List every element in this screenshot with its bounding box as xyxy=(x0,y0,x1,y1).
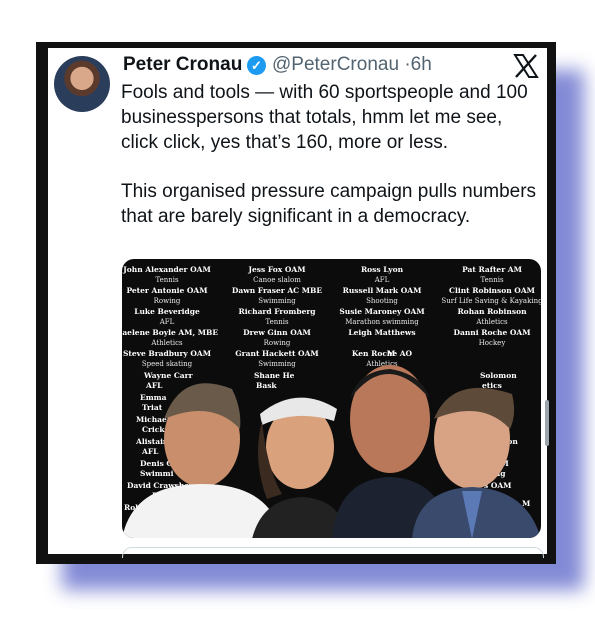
author-avatar[interactable] xyxy=(54,56,110,112)
athlete-photos xyxy=(122,365,541,538)
athlete-name: Rohan Robinson xyxy=(457,307,527,316)
athlete-name: Ross Lyon xyxy=(360,265,404,274)
athlete-sport: Athletics xyxy=(476,318,508,326)
athlete-name-entry: Richard Fromberg Tennis xyxy=(222,307,332,327)
athlete-name: Grant Hackett OAM xyxy=(235,349,319,358)
athlete-name: John Alexander OAM xyxy=(123,265,211,274)
post-text: Fools and tools — with 60 sportspeople a… xyxy=(121,80,541,253)
athlete-name-entry: Raelene Boyle AM, MBE Athletics xyxy=(122,328,222,348)
athlete-name: Danni Roche OAM xyxy=(453,328,531,337)
athlete-sport: AFL xyxy=(159,318,175,326)
athlete-name-entry: Clint Robinson OAM Surf Life Saving & Kay… xyxy=(437,286,541,306)
athlete-name-entry: Luke Beveridge AFL xyxy=(122,307,222,327)
athlete-sport: Athletics xyxy=(151,339,183,347)
next-post-edge xyxy=(122,547,544,558)
post-time[interactable]: 6h xyxy=(411,54,432,75)
athlete-sport: AFL xyxy=(374,276,390,284)
athlete-name: Leigh Matthews xyxy=(348,328,416,337)
x-logo-icon[interactable] xyxy=(512,52,540,80)
athlete-name-entry: Susie Maroney OAM Marathon swimming xyxy=(327,307,437,327)
athlete-sport: Tennis xyxy=(155,276,179,284)
athlete-name-entry: Leigh Matthews xyxy=(327,328,437,338)
athlete-name: Jess Fox OAM xyxy=(248,265,306,274)
athlete-name: Russell Mark OAM xyxy=(342,286,422,295)
athlete-name: Luke Beveridge xyxy=(134,307,200,316)
athlete-name: Pat Rafter AM xyxy=(462,265,522,274)
athlete-name-entry: Drew Ginn OAM Rowing xyxy=(222,328,332,348)
athlete-name: Drew Ginn OAM xyxy=(243,328,311,337)
post-image[interactable]: John Alexander OAM Tennis Jess Fox OAM Cano… xyxy=(122,259,541,538)
athlete-name: Ken Roche AO xyxy=(351,349,413,358)
verified-badge-icon: ✓ xyxy=(247,56,266,75)
athlete-name-entry: Rohan Robinson Athletics xyxy=(437,307,541,327)
athlete-sport: Hockey xyxy=(478,339,506,347)
athlete-name-entry: Russell Mark OAM Shooting xyxy=(327,286,437,306)
athlete-sport: Marathon swimming xyxy=(345,318,419,326)
author-name[interactable]: Peter Cronau xyxy=(123,54,242,76)
athlete-name-fragment: M xyxy=(387,349,396,358)
post-paragraph-1: Fools and tools — with 60 sportspeople a… xyxy=(121,82,528,153)
athlete-name: Raelene Boyle AM, MBE xyxy=(122,328,219,337)
athlete-name-entry: Jess Fox OAM Canoe slalom xyxy=(222,265,332,285)
author-handle-time[interactable]: @PeterCronau ·6h xyxy=(272,54,432,76)
athlete-name: Dawn Fraser AC MBE xyxy=(231,286,323,295)
scrollbar-thumb[interactable] xyxy=(545,400,549,446)
athlete-sport: Swimming xyxy=(258,297,296,305)
athlete-name-entry: Danni Roche OAM Hockey xyxy=(437,328,541,348)
athlete-sport: Shooting xyxy=(366,297,398,305)
athlete-name-entry: Peter Antonie OAM Rowing xyxy=(122,286,222,306)
athlete-sport: Tennis xyxy=(480,276,504,284)
athlete-name-entry: Pat Rafter AM Tennis xyxy=(437,265,541,285)
athlete-sport: Surf Life Saving & Kayaking xyxy=(441,297,541,305)
athlete-name: Peter Antonie OAM xyxy=(126,286,208,295)
athlete-name: Susie Maroney OAM xyxy=(339,307,425,316)
athlete-name: Richard Fromberg xyxy=(238,307,316,316)
post-paragraph-2: This organised pressure campaign pulls n… xyxy=(121,181,537,227)
athlete-sport: Canoe slalom xyxy=(253,276,301,284)
author-handle[interactable]: @PeterCronau xyxy=(272,54,399,75)
athlete-name-entry: Dawn Fraser AC MBE Swimming xyxy=(222,286,332,306)
athlete-sport: Tennis xyxy=(265,318,289,326)
athlete-name-entry: John Alexander OAM Tennis xyxy=(122,265,222,285)
athlete-sport: Rowing xyxy=(153,297,181,305)
athlete-name-entry: Ross Lyon AFL xyxy=(327,265,437,285)
athlete-name: Clint Robinson OAM xyxy=(449,286,535,295)
athlete-sport: Rowing xyxy=(263,339,291,347)
athlete-name: Steve Bradbury OAM xyxy=(122,349,212,358)
